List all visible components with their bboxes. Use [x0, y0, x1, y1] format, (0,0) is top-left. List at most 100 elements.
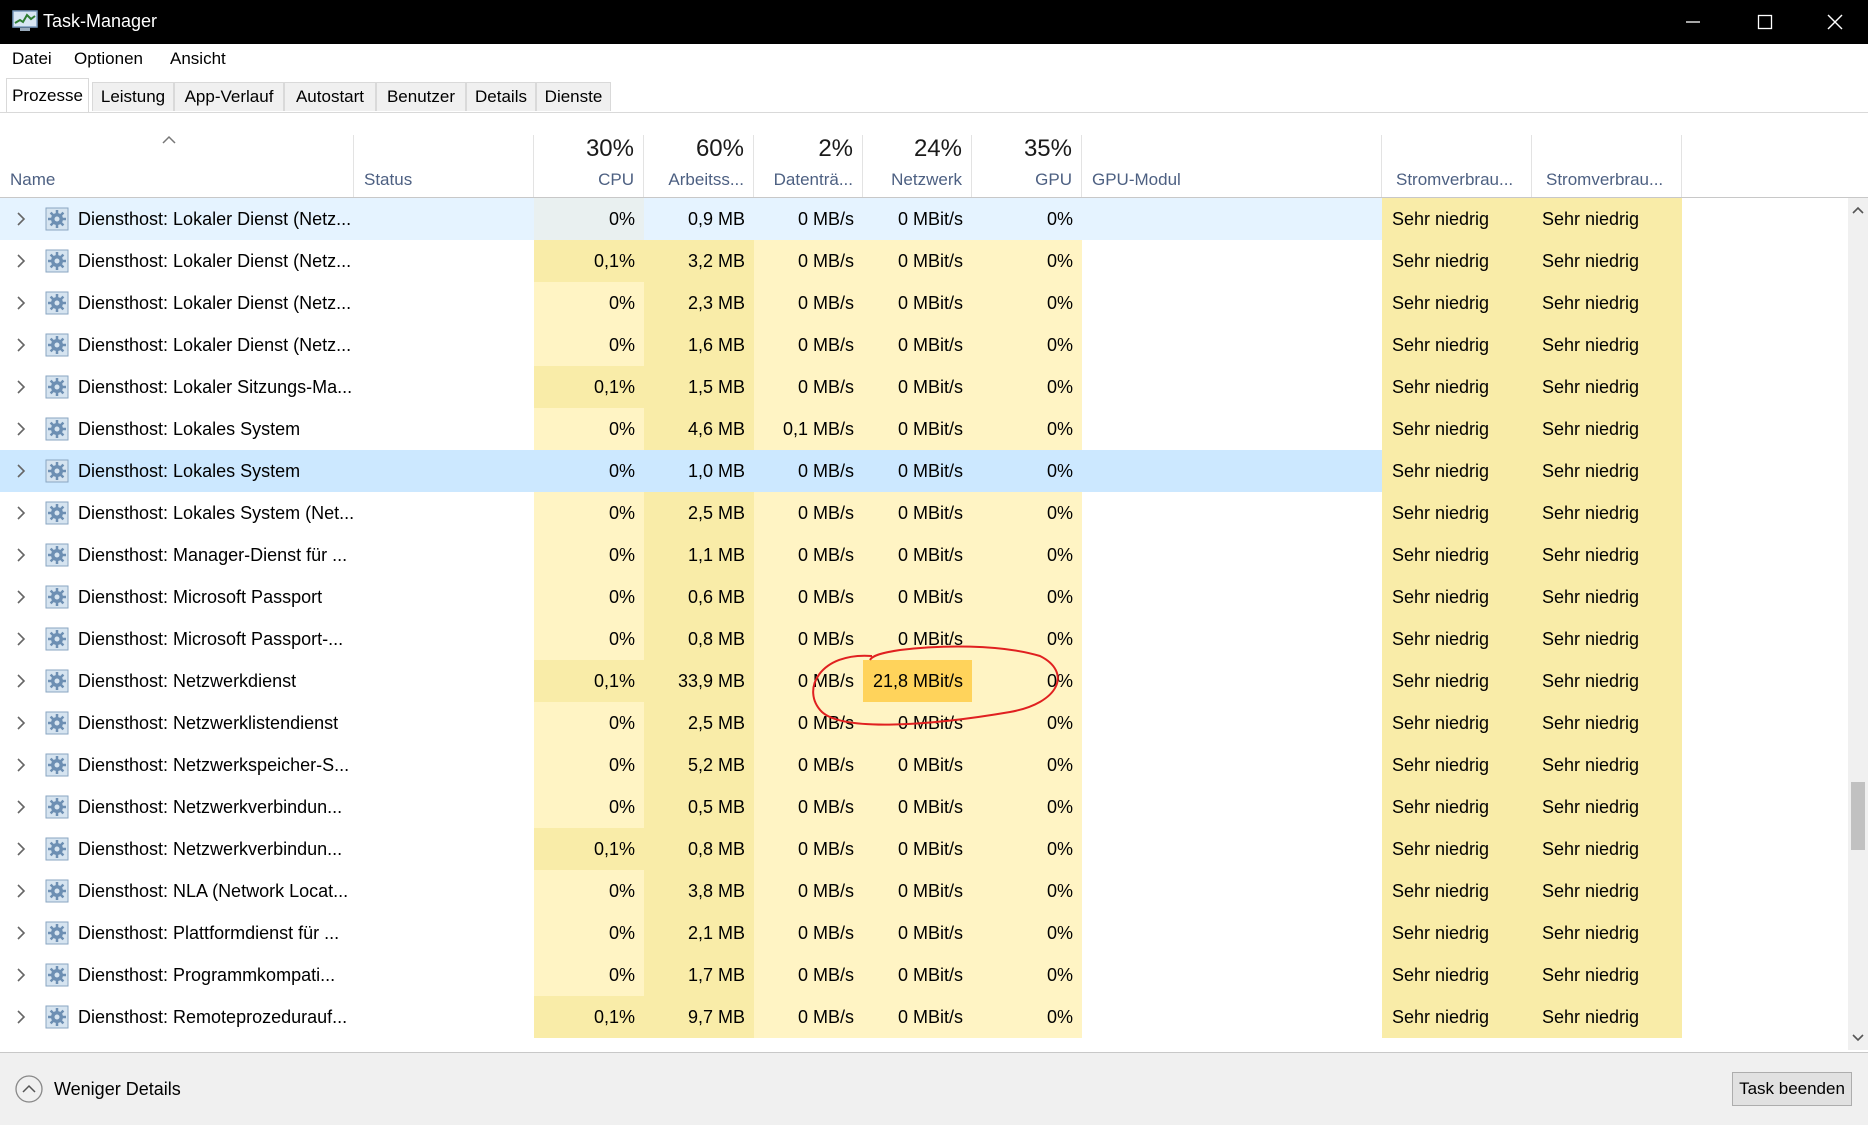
table-row[interactable]: Diensthost: Netzwerklistendienst 0% 2,5 MB… — [0, 702, 1848, 744]
minimize-icon — [1686, 21, 1700, 23]
tab-details[interactable]: Details — [466, 82, 536, 111]
expand-chevron-icon[interactable] — [14, 337, 28, 353]
menu-datei[interactable]: Datei — [12, 49, 52, 69]
table-row[interactable]: Diensthost: Netzwerkverbindun... 0,1% 0,8 … — [0, 828, 1848, 870]
cell-cpu: 0% — [534, 870, 644, 912]
cell-power: Sehr niedrig — [1382, 660, 1532, 702]
maximize-button[interactable] — [1730, 0, 1800, 44]
menu-bar: Datei Optionen Ansicht — [0, 44, 1868, 74]
expand-chevron-icon[interactable] — [14, 547, 28, 563]
expand-chevron-icon[interactable] — [14, 295, 28, 311]
menu-optionen[interactable]: Optionen — [74, 49, 143, 69]
header-cpu[interactable]: 30% CPU — [534, 135, 644, 197]
tab-autostart[interactable]: Autostart — [284, 82, 376, 111]
header-gpu[interactable]: 35% GPU — [972, 135, 1082, 197]
table-row[interactable]: Diensthost: Lokaler Dienst (Netz... 0,1% 3… — [0, 240, 1848, 282]
cell-gpu: 0% — [972, 828, 1082, 870]
table-row[interactable]: Diensthost: Netzwerkverbindun... 0% 0,5 MB… — [0, 786, 1848, 828]
scroll-down-icon[interactable] — [1848, 1028, 1868, 1048]
fewer-details-toggle[interactable]: Weniger Details — [14, 1074, 181, 1104]
expand-chevron-icon[interactable] — [14, 505, 28, 521]
table-row[interactable]: Diensthost: Microsoft Passport-... 0% 0,8 … — [0, 618, 1848, 660]
process-name: Diensthost: Lokales System — [78, 460, 301, 481]
header-disk[interactable]: 2% Datenträ... — [754, 135, 863, 197]
table-row[interactable]: Diensthost: Microsoft Passport 0% 0,6 MB 0 … — [0, 576, 1848, 618]
expand-chevron-icon[interactable] — [14, 799, 28, 815]
header-status[interactable]: Status — [354, 135, 534, 197]
header-name[interactable]: Name — [0, 135, 354, 197]
table-row[interactable]: Diensthost: Remoteprozedurauf... 0,1% 9,7 … — [0, 996, 1848, 1038]
cell-disk: 0 MB/s — [754, 954, 863, 996]
cell-memory: 9,7 MB — [644, 996, 754, 1038]
tab-prozesse[interactable]: Prozesse — [6, 78, 89, 112]
expand-chevron-icon[interactable] — [14, 1009, 28, 1025]
cell-network: 0 MBit/s — [863, 870, 972, 912]
cell-gpu: 0% — [972, 744, 1082, 786]
expand-chevron-icon[interactable] — [14, 883, 28, 899]
table-row[interactable]: Diensthost: Lokaler Dienst (Netz... 0% 0,9… — [0, 198, 1848, 240]
header-network[interactable]: 24% Netzwerk — [863, 135, 972, 197]
scrollbar-thumb[interactable] — [1851, 782, 1865, 850]
cell-network: 0 MBit/s — [863, 828, 972, 870]
expand-chevron-icon[interactable] — [14, 211, 28, 227]
cell-cpu: 0,1% — [534, 240, 644, 282]
expand-chevron-icon[interactable] — [14, 631, 28, 647]
scroll-up-icon[interactable] — [1848, 200, 1868, 220]
tab-benutzer[interactable]: Benutzer — [376, 82, 466, 111]
tab-app-verlauf[interactable]: App-Verlauf — [174, 82, 284, 111]
table-row[interactable]: Diensthost: Programmkompati... 0% 1,7 MB 0 … — [0, 954, 1848, 996]
expand-chevron-icon[interactable] — [14, 463, 28, 479]
header-gpu-engine[interactable]: GPU-Modul — [1082, 135, 1382, 197]
tab-dienste[interactable]: Dienste — [536, 82, 611, 111]
cell-gpu: 0% — [972, 534, 1082, 576]
cell-power: Sehr niedrig — [1382, 828, 1532, 870]
title-bar: Task-Manager — [0, 0, 1868, 44]
cell-power-trend: Sehr niedrig — [1532, 324, 1682, 366]
table-row[interactable]: Diensthost: Lokales System 0% 1,0 MB 0 MB/s… — [0, 450, 1848, 492]
header-memory[interactable]: 60% Arbeitss... — [644, 135, 754, 197]
cell-power-trend: Sehr niedrig — [1532, 954, 1682, 996]
expand-chevron-icon[interactable] — [14, 589, 28, 605]
cell-network: 0 MBit/s — [863, 366, 972, 408]
expand-chevron-icon[interactable] — [14, 715, 28, 731]
cell-power: Sehr niedrig — [1382, 198, 1532, 240]
cell-memory: 2,5 MB — [644, 492, 754, 534]
cell-gpu: 0% — [972, 660, 1082, 702]
menu-ansicht[interactable]: Ansicht — [170, 49, 226, 69]
table-row[interactable]: Diensthost: Lokaler Dienst (Netz... 0% 1,6… — [0, 324, 1848, 366]
table-row[interactable]: Diensthost: Plattformdienst für ... 0% 2,1… — [0, 912, 1848, 954]
expand-chevron-icon[interactable] — [14, 379, 28, 395]
cell-cpu: 0% — [534, 492, 644, 534]
cell-disk: 0 MB/s — [754, 618, 863, 660]
tab-leistung[interactable]: Leistung — [92, 82, 174, 111]
cell-power-trend: Sehr niedrig — [1532, 786, 1682, 828]
expand-chevron-icon[interactable] — [14, 673, 28, 689]
table-row[interactable]: Diensthost: Lokaler Sitzungs-Ma... 0,1% 1,… — [0, 366, 1848, 408]
expand-chevron-icon[interactable] — [14, 253, 28, 269]
table-row[interactable]: Diensthost: Netzwerkdienst 0,1% 33,9 MB 0 M… — [0, 660, 1848, 702]
table-row[interactable]: Diensthost: NLA (Network Locat... 0% 3,8 M… — [0, 870, 1848, 912]
table-row[interactable]: Diensthost: Lokales System 0% 4,6 MB 0,1 MB… — [0, 408, 1848, 450]
minimize-button[interactable] — [1658, 0, 1728, 44]
header-power[interactable]: Stromverbrau... — [1382, 135, 1532, 197]
process-name: Diensthost: Programmkompati... — [78, 964, 336, 985]
cell-cpu: 0% — [534, 408, 644, 450]
expand-chevron-icon[interactable] — [14, 925, 28, 941]
expand-chevron-icon[interactable] — [14, 421, 28, 437]
table-row[interactable]: Diensthost: Lokaler Dienst (Netz... 0% 2,3… — [0, 282, 1848, 324]
process-name: Diensthost: Lokaler Sitzungs-Ma... — [78, 376, 353, 397]
cell-cpu: 0% — [534, 954, 644, 996]
close-button[interactable] — [1800, 0, 1868, 44]
tab-bar: Prozesse Leistung App-Verlauf Autostart … — [0, 74, 1868, 113]
cell-network: 0 MBit/s — [863, 702, 972, 744]
table-row[interactable]: Diensthost: Netzwerkspeicher-S... 0% 5,2 M… — [0, 744, 1848, 786]
expand-chevron-icon[interactable] — [14, 757, 28, 773]
table-row[interactable]: Diensthost: Lokales System (Net... 0% 2,5 … — [0, 492, 1848, 534]
vertical-scrollbar[interactable] — [1848, 198, 1868, 1050]
header-power-trend[interactable]: Stromverbrau... — [1532, 135, 1682, 197]
expand-chevron-icon[interactable] — [14, 841, 28, 857]
expand-chevron-icon[interactable] — [14, 967, 28, 983]
cell-network: 0 MBit/s — [863, 408, 972, 450]
end-task-button[interactable]: Task beenden — [1732, 1072, 1852, 1106]
table-row[interactable]: Diensthost: Manager-Dienst für ... 0% 1,1 … — [0, 534, 1848, 576]
